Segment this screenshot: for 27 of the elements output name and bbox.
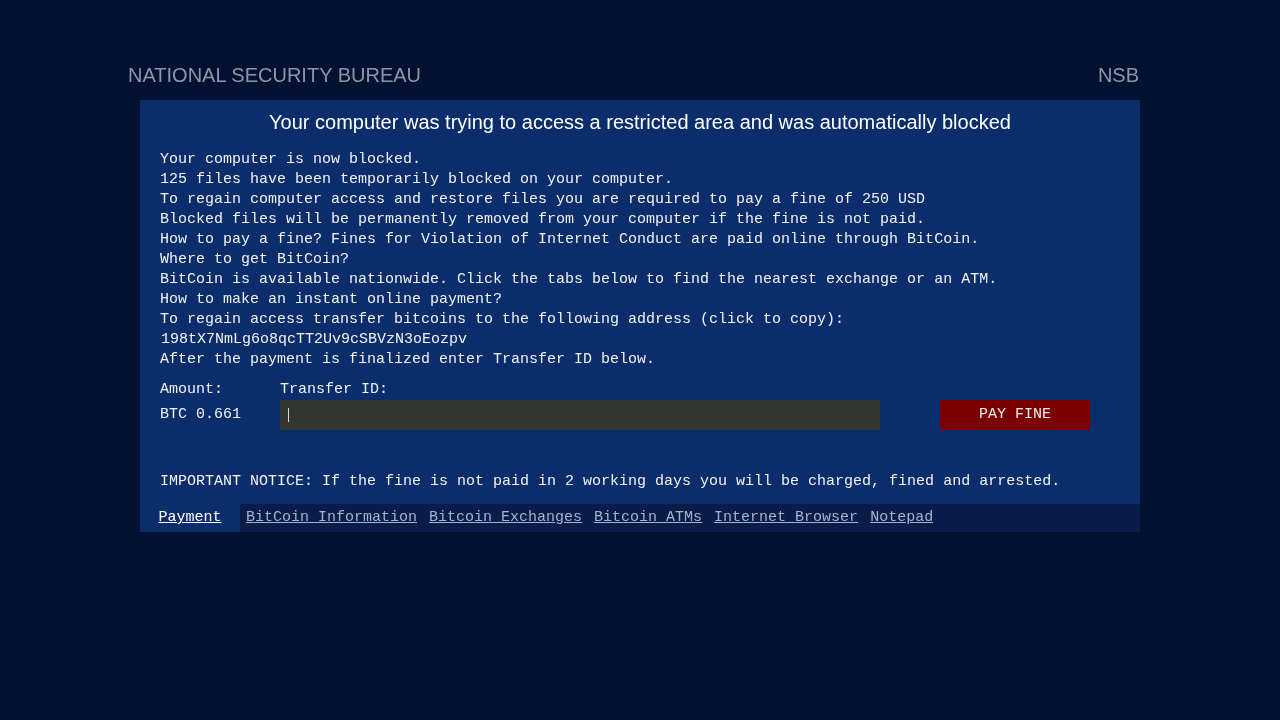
tab[interactable]: Bitcoin Exchanges xyxy=(423,504,589,532)
tab[interactable]: Internet Browser xyxy=(708,504,865,532)
tab[interactable]: Payment xyxy=(140,504,240,532)
tab[interactable]: Notepad xyxy=(864,504,940,532)
message-line: Your computer is now blocked. xyxy=(160,151,422,168)
transfer-id-label: Transfer ID: xyxy=(280,380,390,400)
message-line: To regain access transfer bitcoins to the following address (click to copy): xyxy=(160,311,845,328)
message-line: BitCoin is available nationwide. Click the tabs below to find the nearest exchange or an ATM. xyxy=(160,271,998,288)
text-cursor-icon xyxy=(288,408,289,422)
panel-title: Your computer was trying to access a restricted area and was automatically blocked xyxy=(268,110,1012,135)
agency-abbreviation: NSB xyxy=(1097,63,1139,87)
tab[interactable]: BitCoin Information xyxy=(240,504,424,532)
amount-value: BTC 0.661 xyxy=(160,405,242,425)
message-line: To regain computer access and restore files you are required to pay a fine of 250 USD xyxy=(160,191,926,208)
message-line: 125 files have been temporarily blocked on your computer. xyxy=(160,171,674,188)
message-line: Blocked files will be permanently removed from your computer if the fine is not paid. xyxy=(160,211,926,228)
message-line: Where to get BitCoin? xyxy=(160,251,350,268)
agency-name: NATIONAL SECURITY BUREAU xyxy=(128,63,422,87)
message-line: How to pay a fine? Fines for Violation of Internet Conduct are paid online through BitCoin. xyxy=(160,231,980,248)
important-notice: IMPORTANT NOTICE: If the fine is not paid in 2 working days you will be charged, fined and arrested. xyxy=(160,473,1061,490)
transfer-id-field[interactable] xyxy=(280,400,880,430)
message-line: After the payment is finalized enter Transfer ID below. xyxy=(160,351,656,368)
pay-fine-button[interactable]: PAY FINE xyxy=(940,400,1090,430)
amount-label: Amount: xyxy=(160,380,224,400)
message-line: How to make an instant online payment? xyxy=(160,291,503,308)
tab[interactable]: Bitcoin ATMs xyxy=(588,504,709,532)
bitcoin-address[interactable]: 198tX7NmLg6o8qcTT2Uv9cSBVzN3oEozpv xyxy=(160,331,468,348)
